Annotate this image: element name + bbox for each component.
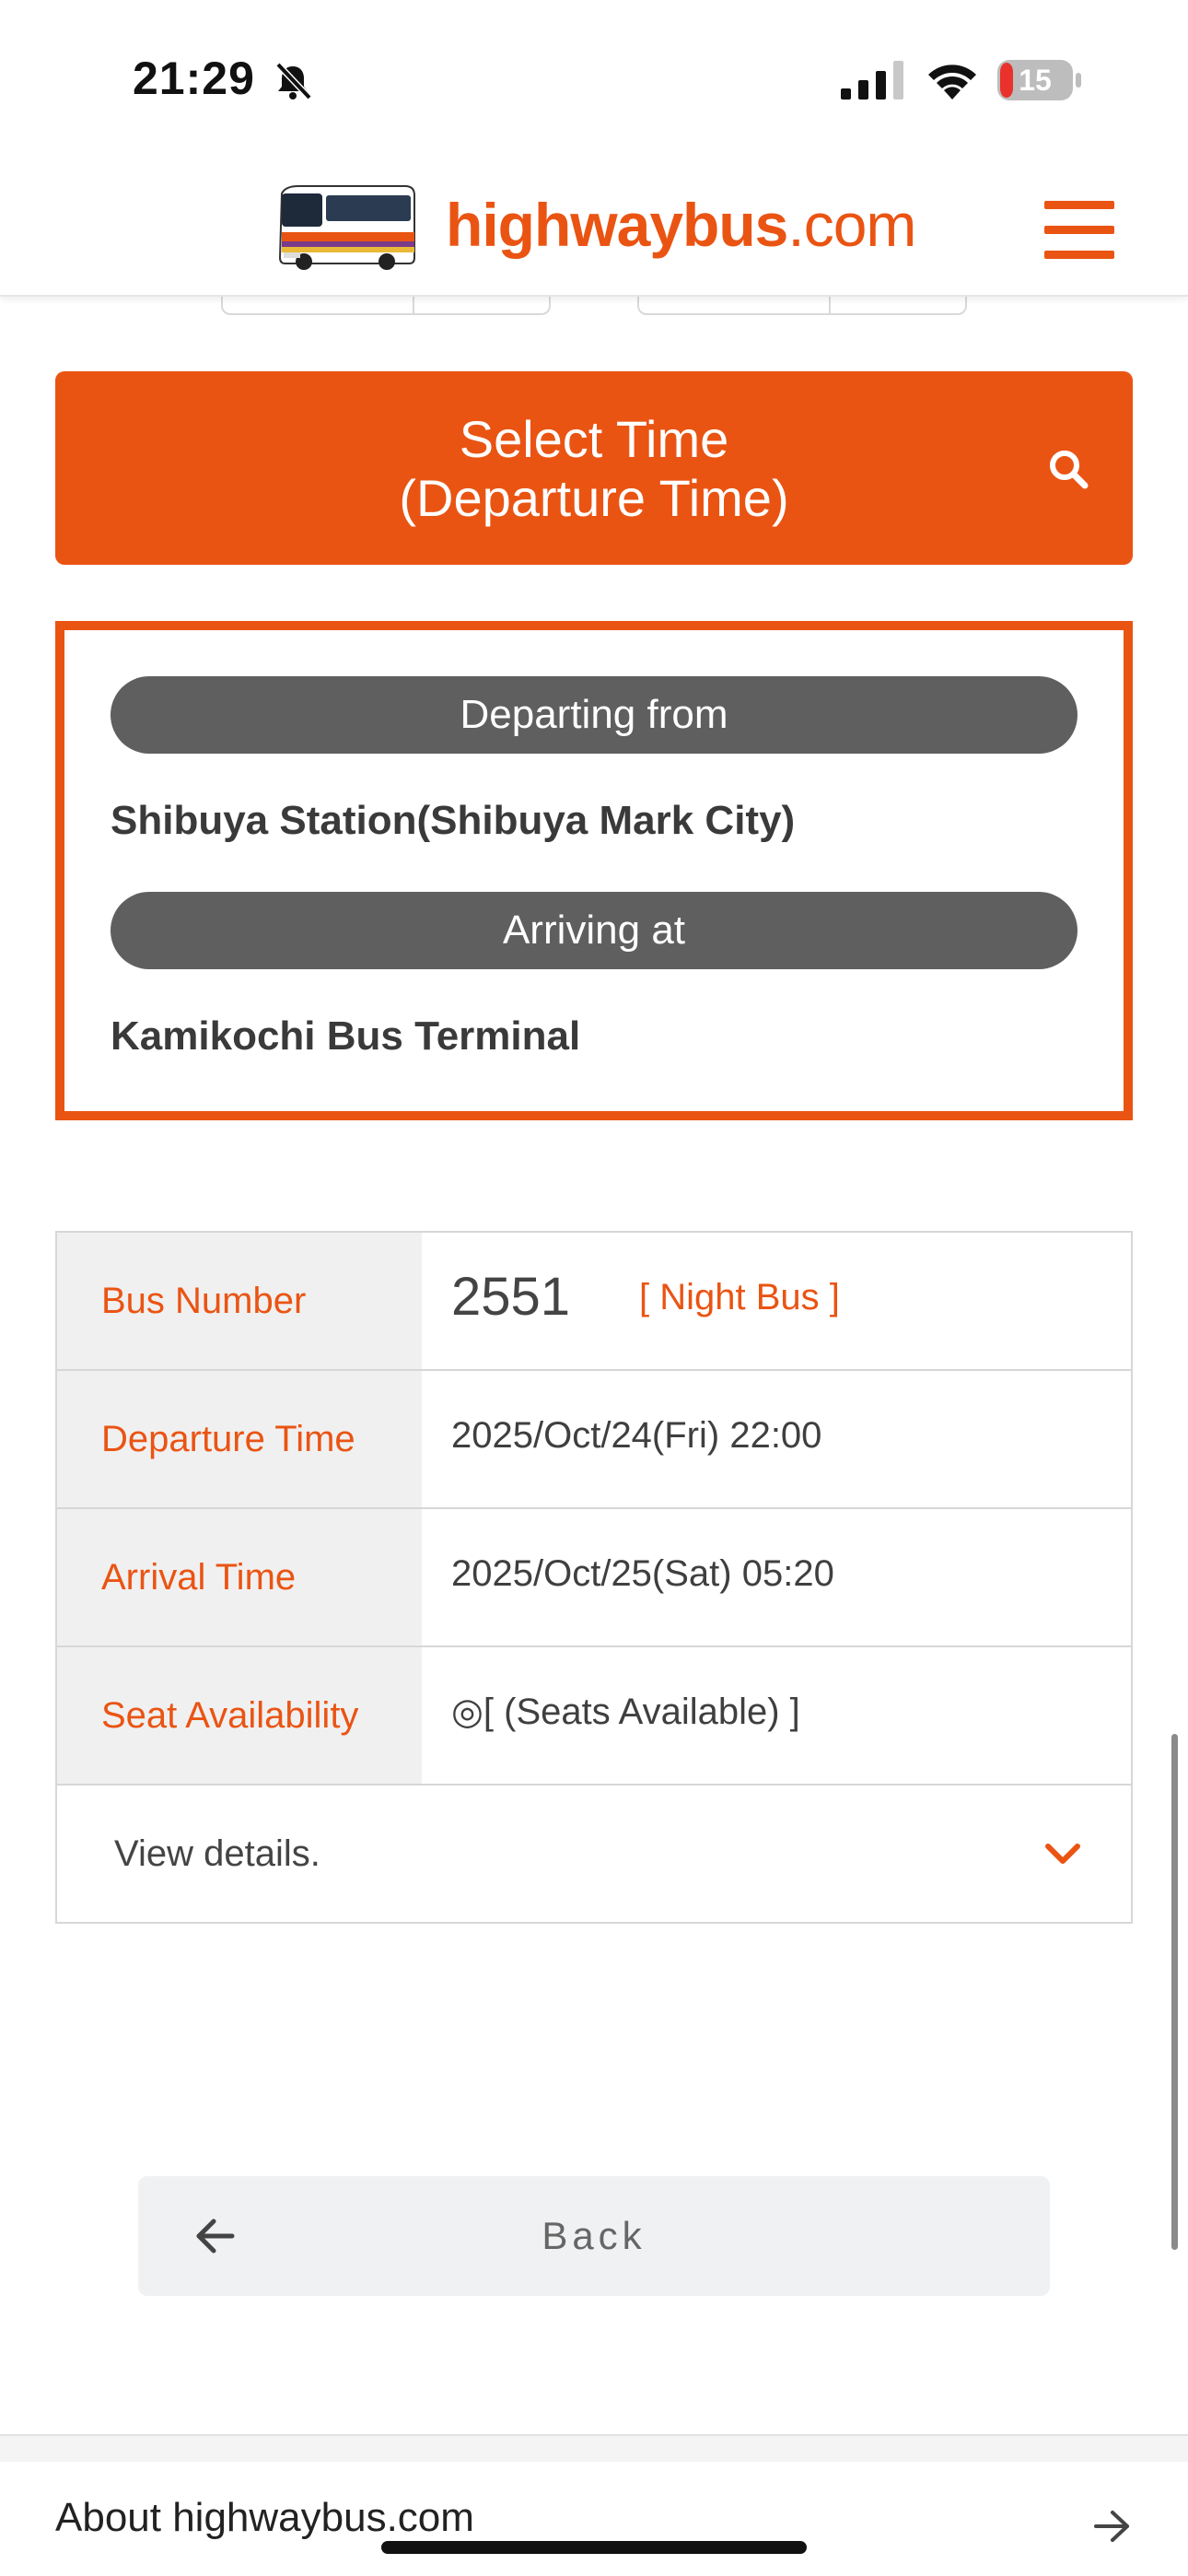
table-row: Seat Availability ◎[ (Seats Available) ] [57, 1647, 1131, 1786]
wifi-icon [928, 64, 976, 100]
search-icon [1050, 451, 1089, 489]
hamburger-menu-button[interactable] [1044, 201, 1114, 260]
arrival-time-value: 2025/Oct/25(Sat) 05:20 [451, 1553, 834, 1594]
site-logo-text[interactable]: highwaybus.com [446, 190, 916, 260]
status-time: 21:29 [133, 53, 255, 104]
bus-number-value: 2551 [451, 1267, 571, 1327]
arrival-time-label: Arrival Time [57, 1509, 422, 1645]
cellular-signal-icon [841, 61, 903, 100]
app-header: highwaybus.com [0, 157, 1188, 297]
logo-suffix: .com [787, 191, 916, 259]
table-row: Arrival Time 2025/Oct/25(Sat) 05:20 [57, 1509, 1131, 1647]
departing-from-value: Shibuya Station(Shibuya Mark City) [111, 798, 796, 843]
home-indicator[interactable] [381, 2541, 807, 2554]
departing-from-label: Departing from [111, 676, 1077, 754]
back-button[interactable]: Back [138, 2176, 1050, 2296]
chevron-down-icon [1045, 1844, 1080, 1864]
table-row: Bus Number 2551 [ Night Bus ] [57, 1233, 1131, 1371]
bus-number-label: Bus Number [57, 1233, 422, 1369]
footer-divider [0, 2434, 1188, 2462]
about-site-link[interactable]: About highwaybus.com [0, 2462, 1188, 2576]
bell-off-icon [275, 62, 312, 100]
status-bar: 21:29 15 [0, 0, 1188, 157]
bus-logo-icon[interactable] [276, 184, 416, 271]
logo-main: highwaybus [446, 191, 788, 259]
night-bus-tag: [ Night Bus ] [639, 1277, 840, 1317]
hamburger-icon-bar [1044, 251, 1114, 259]
select-time-label: Select Time (Departure Time) [55, 410, 1133, 528]
about-site-label: About highwaybus.com [55, 2495, 474, 2540]
arrow-right-icon [1094, 2511, 1129, 2542]
departure-time-value: 2025/Oct/24(Fri) 22:00 [451, 1415, 822, 1456]
seat-availability-label: Seat Availability [57, 1647, 422, 1784]
departure-time-label: Departure Time [57, 1371, 422, 1507]
view-details-toggle[interactable]: View details. [57, 1786, 1131, 1922]
view-details-label: View details. [114, 1833, 320, 1874]
battery-level: 15 [1019, 64, 1052, 97]
back-label: Back [542, 2214, 646, 2257]
bus-info-table: Bus Number 2551 [ Night Bus ] Departure … [55, 1231, 1133, 1924]
hamburger-icon-bar [1044, 226, 1114, 234]
scrollbar[interactable] [1171, 1734, 1178, 2250]
table-row: Departure Time 2025/Oct/24(Fri) 22:00 [57, 1371, 1131, 1509]
seat-availability-value: ◎[ (Seats Available) ] [451, 1692, 800, 1732]
route-summary: Departing from Shibuya Station(Shibuya M… [55, 621, 1133, 1120]
hamburger-icon-bar [1044, 201, 1114, 209]
select-time-button[interactable]: Select Time (Departure Time) [55, 371, 1133, 565]
select-time-line1: Select Time [459, 410, 729, 468]
select-time-line2: (Departure Time) [399, 469, 789, 527]
battery-icon: 15 [996, 59, 1083, 101]
arriving-at-label: Arriving at [111, 892, 1077, 969]
arriving-at-value: Kamikochi Bus Terminal [111, 1013, 581, 1059]
